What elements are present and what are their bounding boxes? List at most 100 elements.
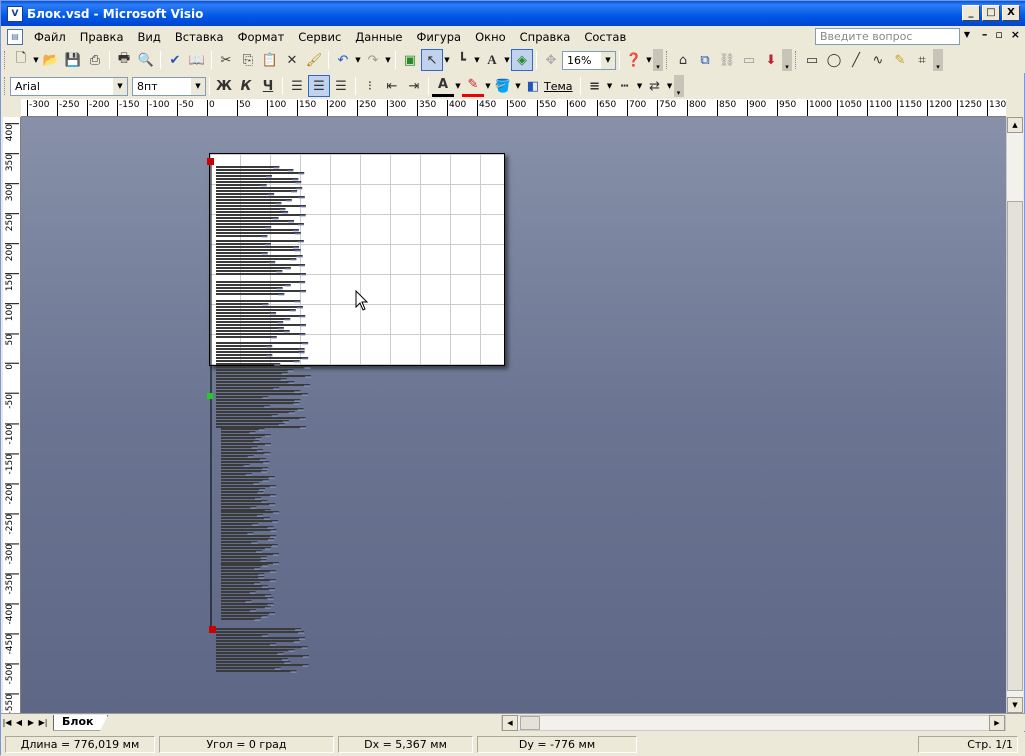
menu-file[interactable]: Файл: [27, 28, 73, 46]
copy-icon[interactable]: ⎘: [237, 49, 259, 71]
save-icon[interactable]: 💾: [62, 49, 84, 71]
minimize-button[interactable]: _: [962, 5, 980, 21]
ellipse-tool-icon[interactable]: ◯: [823, 49, 845, 71]
crop-tool-icon[interactable]: ⌗: [911, 49, 933, 71]
line-pattern-dropdown-icon[interactable]: ▼: [636, 82, 644, 90]
permission-icon[interactable]: ⎙: [84, 49, 106, 71]
scroll-up-icon[interactable]: ▲: [1007, 117, 1023, 133]
text-dropdown-icon[interactable]: ▼: [503, 56, 511, 64]
increase-indent-icon[interactable]: ⇥: [403, 75, 425, 97]
close-button[interactable]: X: [1002, 5, 1020, 21]
bold-button[interactable]: Ж: [213, 75, 235, 97]
pan-icon[interactable]: ✥: [540, 49, 562, 71]
menu-insert[interactable]: Вставка: [168, 28, 231, 46]
theme-button[interactable]: Тема: [544, 80, 573, 93]
connection-point-icon[interactable]: ◈: [511, 49, 533, 71]
title-bar[interactable]: V Блок.vsd - Microsoft Visio _ □ X: [1, 1, 1025, 26]
document-icon[interactable]: ▤: [7, 28, 23, 45]
line-weight-icon[interactable]: ≡: [584, 75, 606, 97]
redo-dropdown-icon[interactable]: ▼: [384, 56, 392, 64]
last-page-icon[interactable]: ▶|: [37, 718, 49, 727]
line-ends-icon[interactable]: ⇄: [644, 75, 666, 97]
visio-app-icon[interactable]: V: [7, 5, 23, 22]
horizontal-ruler[interactable]: -300 -250 -200 -150 -100 -50 0 50 100 150 200 250 30…: [21, 99, 1006, 117]
fill-color-icon[interactable]: 🪣: [492, 75, 514, 97]
fill-color-dropdown-icon[interactable]: ▼: [514, 82, 522, 90]
toolbar-options-icon[interactable]: ▾: [933, 49, 943, 71]
maximize-button[interactable]: □: [982, 5, 1000, 21]
horizontal-scroll-thumb[interactable]: [520, 716, 540, 730]
line-tool-icon[interactable]: ╱: [845, 49, 867, 71]
prev-page-icon[interactable]: ◀: [13, 718, 25, 727]
line-pattern-icon[interactable]: ┅: [614, 75, 636, 97]
publish-icon[interactable]: ⬇: [760, 49, 782, 71]
toolbar-grip[interactable]: [4, 51, 7, 69]
toolbar-options-icon[interactable]: ▾: [653, 49, 663, 71]
menu-tools[interactable]: Сервис: [291, 28, 348, 46]
horizontal-scrollbar[interactable]: ◀ ▶: [501, 715, 1006, 731]
toolbar-grip[interactable]: [4, 77, 7, 95]
vertical-ruler[interactable]: 400 350 300 250 200 150 100 50 0 -50 -100 -150 -200 -…: [3, 117, 21, 713]
help-dropdown-arrow-icon[interactable]: ▼: [645, 56, 653, 64]
menu-compose[interactable]: Состав: [577, 28, 633, 46]
next-page-icon[interactable]: ▶: [25, 718, 37, 727]
toolbar-options-icon[interactable]: ▾: [673, 75, 684, 97]
doc-close-button[interactable]: ×: [1011, 28, 1020, 41]
help-dropdown-icon[interactable]: ▼: [964, 30, 970, 39]
drawing-canvas[interactable]: [21, 117, 1006, 713]
menu-edit[interactable]: Правка: [73, 28, 131, 46]
line-ends-dropdown-icon[interactable]: ▼: [666, 82, 674, 90]
align-center-icon[interactable]: ☰: [308, 75, 330, 97]
zoom-combo[interactable]: 16% ▼: [562, 50, 616, 70]
toolbar-grip[interactable]: [795, 51, 798, 69]
menu-data[interactable]: Данные: [348, 28, 409, 46]
print-icon[interactable]: 🖶: [113, 49, 135, 71]
help-icon[interactable]: ❓: [623, 49, 645, 71]
block-diagram-shapes[interactable]: [21, 117, 1006, 713]
font-combo[interactable]: Arial ▼: [10, 76, 128, 96]
doc-restore-button[interactable]: ▫: [995, 28, 1002, 41]
font-color-icon[interactable]: A: [432, 75, 454, 97]
vertical-scroll-thumb[interactable]: [1007, 201, 1023, 691]
vertical-scrollbar[interactable]: ▲ ▼: [1006, 117, 1023, 713]
pointer-tool-icon[interactable]: ↖: [421, 49, 443, 71]
italic-button[interactable]: К: [235, 75, 257, 97]
scroll-left-icon[interactable]: ◀: [502, 715, 518, 731]
help-search-input[interactable]: Введите вопрос: [815, 28, 960, 45]
spelling-icon[interactable]: ✔: [164, 49, 186, 71]
shapes-icon[interactable]: ▣: [399, 49, 421, 71]
toolbar-options-icon[interactable]: ▾: [782, 49, 792, 71]
toolbar-grip[interactable]: [666, 51, 669, 69]
scroll-right-icon[interactable]: ▶: [989, 715, 1005, 731]
freeform-tool-icon[interactable]: ∿: [867, 49, 889, 71]
open-icon[interactable]: 📂: [40, 49, 62, 71]
print-preview-icon[interactable]: 🔍: [135, 49, 157, 71]
doc-minimize-button[interactable]: –: [982, 28, 988, 41]
paste-icon[interactable]: 📋: [259, 49, 281, 71]
bullets-icon[interactable]: ⁝: [359, 75, 381, 97]
page-tab-block[interactable]: Блок: [53, 714, 109, 731]
undo-icon[interactable]: ↶: [332, 49, 354, 71]
line-color-dropdown-icon[interactable]: ▼: [484, 82, 492, 90]
text-tool-icon[interactable]: A: [481, 49, 503, 71]
first-page-icon[interactable]: |◀: [1, 718, 13, 727]
line-weight-dropdown-icon[interactable]: ▼: [606, 82, 614, 90]
undo-dropdown-icon[interactable]: ▼: [354, 56, 362, 64]
ruler-corner[interactable]: [3, 99, 21, 117]
cut-icon[interactable]: ✂: [215, 49, 237, 71]
font-size-dropdown-icon[interactable]: ▼: [191, 77, 205, 95]
menu-view[interactable]: Вид: [131, 28, 168, 46]
connector-dropdown-icon[interactable]: ▼: [473, 56, 481, 64]
font-color-dropdown-icon[interactable]: ▼: [454, 82, 462, 90]
underline-button[interactable]: Ч: [257, 75, 279, 97]
align-right-icon[interactable]: ☰: [330, 75, 352, 97]
font-size-combo[interactable]: 8пт ▼: [132, 76, 206, 96]
menu-shape[interactable]: Фигура: [410, 28, 469, 46]
connector-tool-icon[interactable]: ┗: [451, 49, 473, 71]
menu-window[interactable]: Окно: [468, 28, 513, 46]
font-dropdown-icon[interactable]: ▼: [113, 77, 127, 95]
format-painter-icon[interactable]: 🖌: [303, 49, 325, 71]
align-left-icon[interactable]: ☰: [286, 75, 308, 97]
zoom-dropdown-icon[interactable]: ▼: [601, 51, 615, 69]
menu-format[interactable]: Формат: [231, 28, 292, 46]
